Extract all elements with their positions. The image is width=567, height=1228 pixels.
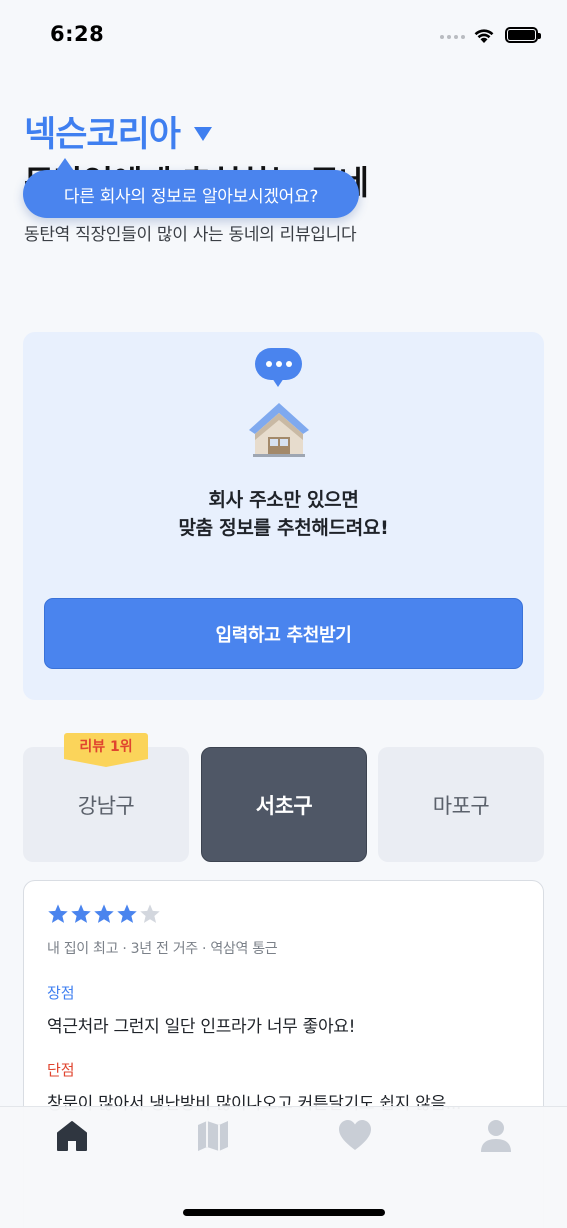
page-subtitle: 동탄역 직장인들이 많이 사는 동네의 리뷰입니다 [24, 225, 357, 245]
home-indicator [183, 1209, 385, 1216]
district-label: 서초구 [255, 793, 313, 818]
heart-icon[interactable] [337, 1118, 373, 1154]
review-meta: 내 집이 최고 · 3년 전 거주 · 역삼역 통근 [47, 941, 278, 957]
recommend-text: 회사 주소만 있으면 맞춤 정보를 추천해드려요! [23, 486, 544, 542]
star-empty-icon [140, 904, 160, 923]
battery-icon [505, 27, 541, 43]
company-tooltip[interactable]: 다른 회사의 정보로 알아보시겠어요? [23, 158, 359, 218]
star-filled-icon [117, 904, 137, 923]
caret-down-icon[interactable] [194, 126, 213, 141]
tooltip-text[interactable]: 다른 회사의 정보로 알아보시겠어요? [64, 182, 318, 207]
home-icon[interactable] [54, 1118, 90, 1154]
district-label: 강남구 [77, 793, 135, 818]
rank-badge: 리뷰 1위 [64, 733, 148, 767]
pros-text: 역근처라 그런지 일단 인프라가 너무 좋아요! [47, 1017, 356, 1037]
cons-label: 단점 [47, 1061, 75, 1079]
company-name[interactable]: 넥슨코리아 [24, 106, 181, 157]
recommend-line-1: 회사 주소만 있으면 [208, 489, 359, 511]
profile-icon[interactable] [478, 1118, 514, 1154]
recommend-line-2: 맞춤 정보를 추천해드려요! [178, 517, 389, 539]
rating-stars [47, 903, 161, 925]
district-tab-seocho[interactable]: 서초구 [201, 747, 367, 862]
chat-bubble-tail [272, 378, 284, 387]
status-time: 6:28 [50, 22, 105, 46]
wifi-icon [474, 29, 494, 43]
district-label: 마포구 [432, 793, 490, 818]
recommend-button[interactable]: 입력하고 추천받기 [44, 598, 523, 669]
map-icon[interactable] [195, 1118, 231, 1154]
house-icon [249, 403, 309, 457]
star-filled-icon [71, 904, 91, 923]
star-filled-icon [48, 904, 68, 923]
rank-badge-label: 리뷰 1위 [79, 739, 133, 755]
status-bar: 6:28 [0, 0, 567, 72]
district-tab-mapo[interactable]: 마포구 [378, 747, 544, 862]
pros-label: 장점 [47, 984, 75, 1002]
signal-icon [440, 35, 465, 39]
company-selector[interactable]: 넥슨코리아 [24, 106, 213, 157]
star-filled-icon [94, 904, 114, 923]
chat-bubble-icon [255, 348, 302, 380]
